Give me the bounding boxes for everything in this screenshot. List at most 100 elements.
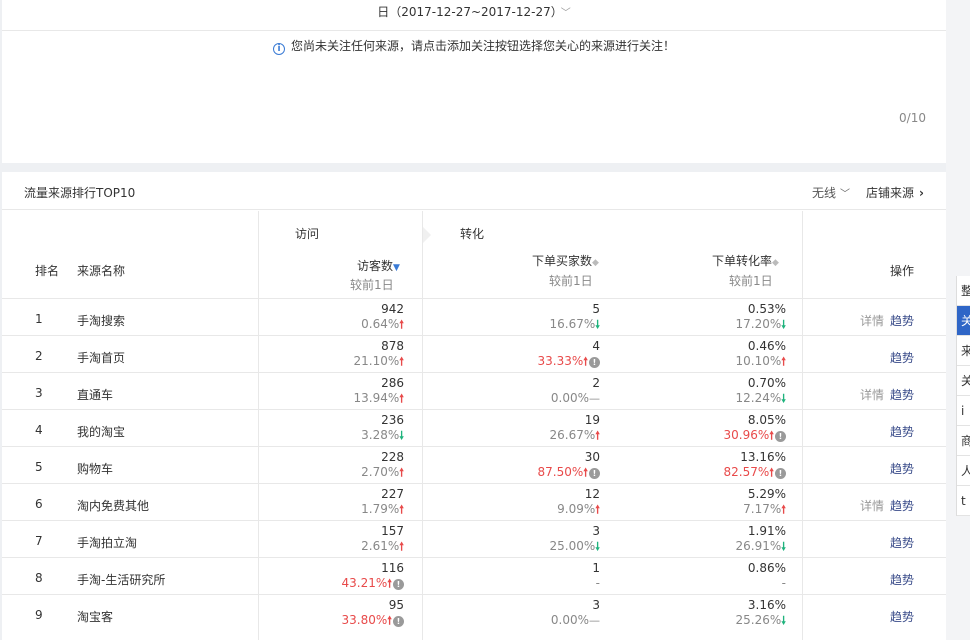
rate-delta-line: 26.91%🠗 xyxy=(606,539,787,554)
buyers-delta-line: 33.33%🠕! xyxy=(426,354,600,369)
card-header: 流量来源排行TOP10 无线 ﹀ 店铺来源 › xyxy=(2,172,946,210)
shop-source-label[interactable]: 店铺来源 xyxy=(866,186,914,200)
info-icon: i xyxy=(272,43,285,55)
rate-delta: 25.26% xyxy=(735,613,782,627)
warning-icon[interactable]: ! xyxy=(589,468,600,479)
header-visitors-compare: 较前1日 xyxy=(350,278,394,292)
sort-desc-icon[interactable]: ▼ xyxy=(393,263,400,273)
arrow-down-icon: 🠗 xyxy=(595,318,600,331)
rate-delta: 30.96% xyxy=(723,428,770,442)
rate-cell: 8.05% 30.96%🠕! xyxy=(606,410,786,443)
visitors-delta: 0.64% xyxy=(361,317,400,331)
buyers-cell: 19 26.67%🠕 xyxy=(426,410,601,443)
source-name: 淘宝客 xyxy=(77,610,114,624)
visitors-delta-line: 1.79%🠕 xyxy=(262,502,404,517)
shop-source-link[interactable]: 店铺来源 › xyxy=(866,184,924,201)
buyers-value: 5 xyxy=(592,302,600,316)
warning-icon[interactable]: ! xyxy=(393,579,404,590)
header-visitors-sort[interactable]: 访客数▼ xyxy=(357,257,400,274)
side-menu-item[interactable]: 关 xyxy=(957,366,970,396)
side-menu-item[interactable]: t xyxy=(957,486,970,516)
arrow-up-icon: 🠕 xyxy=(583,355,588,368)
table-row: 6 淘内免费其他 227 1.79%🠕 12 9.09%🠕 5.29% 7.17… xyxy=(2,483,946,520)
header-rate-sort[interactable]: 下单转化率◆ xyxy=(712,252,779,269)
visitors-value: 236 xyxy=(381,413,404,427)
buyers-delta-line: 9.09%🠕 xyxy=(426,502,600,517)
visitors-cell: 157 2.61%🠕 xyxy=(262,521,404,554)
rate-cell: 13.16% 82.57%🠕! xyxy=(606,447,786,480)
device-filter-dropdown[interactable]: 无线 ﹀ xyxy=(812,184,850,201)
buyers-value: 3 xyxy=(592,524,600,538)
rate-value: 3.16% xyxy=(747,598,786,612)
rate-cell: 1.91% 26.91%🠗 xyxy=(606,521,787,554)
chevron-down-icon[interactable]: ﹀ xyxy=(561,8,571,19)
visitors-cell: 227 1.79%🠕 xyxy=(262,484,404,517)
arrow-up-icon: 🠕 xyxy=(595,503,600,516)
trend-link[interactable]: 趋势 xyxy=(890,610,914,624)
arrow-up-icon: 🠕 xyxy=(399,466,404,479)
header-buyers-sort[interactable]: 下单买家数◆ xyxy=(532,252,599,269)
rate-cell: 0.53% 17.20%🠗 xyxy=(606,299,787,332)
source-name: 手淘拍立淘 xyxy=(77,536,138,550)
detail-link[interactable]: 详情 xyxy=(860,314,884,328)
rate-delta-line: 30.96%🠕! xyxy=(606,428,786,443)
rate-cell: 3.16% 25.26%🠗 xyxy=(606,595,787,628)
header-buyers[interactable]: 下单买家数 xyxy=(532,254,592,268)
rank-number: 8 xyxy=(35,571,43,585)
side-menu-item[interactable]: 人 xyxy=(957,456,970,486)
warning-icon[interactable]: ! xyxy=(775,468,786,479)
arrow-up-icon: 🠕 xyxy=(399,318,404,331)
detail-link[interactable]: 详情 xyxy=(860,388,884,402)
side-menu-item[interactable]: i xyxy=(957,396,970,426)
source-name: 手淘首页 xyxy=(77,351,126,365)
header-rate[interactable]: 下单转化率 xyxy=(712,254,772,268)
detail-link[interactable]: 详情 xyxy=(860,499,884,513)
chevron-down-icon[interactable]: ﹀ xyxy=(840,189,850,200)
visitors-delta: 2.70% xyxy=(361,465,400,479)
rate-delta: 12.24% xyxy=(735,391,782,405)
visitors-delta-line: 21.10%🠕 xyxy=(262,354,405,369)
row-operations: 详情 趋势 xyxy=(860,312,914,329)
trend-link[interactable]: 趋势 xyxy=(890,351,914,365)
trend-link[interactable]: 趋势 xyxy=(890,499,914,513)
buyers-value: 4 xyxy=(592,339,600,353)
ranking-table-body: 1 手淘搜索 942 0.64%🠕 5 16.67%🠗 0.53% 17.20%… xyxy=(2,298,946,631)
trend-link[interactable]: 趋势 xyxy=(890,462,914,476)
row-operations: 趋势 xyxy=(890,423,914,440)
trend-link[interactable]: 趋势 xyxy=(890,314,914,328)
trend-link[interactable]: 趋势 xyxy=(890,425,914,439)
header-visitors[interactable]: 访客数 xyxy=(357,259,393,273)
side-menu-item[interactable]: 来 xyxy=(957,336,970,366)
trend-link[interactable]: 趋势 xyxy=(890,573,914,587)
source-name: 直通车 xyxy=(77,388,114,402)
device-filter-label[interactable]: 无线 xyxy=(812,186,836,200)
sort-icon[interactable]: ◆ xyxy=(592,258,599,268)
buyers-cell: 4 33.33%🠕! xyxy=(426,336,600,369)
sort-icon[interactable]: ◆ xyxy=(772,258,779,268)
visitors-value: 942 xyxy=(381,302,404,316)
rate-delta: 26.91% xyxy=(735,539,782,553)
side-menu-item[interactable]: 商 xyxy=(957,426,970,456)
arrow-up-icon: 🠕 xyxy=(387,614,392,627)
source-name: 我的淘宝 xyxy=(77,425,126,439)
side-menu-item[interactable]: 关 xyxy=(957,306,970,336)
rate-delta: 82.57% xyxy=(723,465,770,479)
visitors-cell: 95 33.80%🠕! xyxy=(262,595,404,628)
visitors-cell: 228 2.70%🠕 xyxy=(262,447,404,480)
buyers-cell: 3 0.00%— xyxy=(426,595,600,628)
header-operations: 操作 xyxy=(890,264,915,278)
chevron-right-icon[interactable]: › xyxy=(919,186,924,200)
date-range-selector[interactable]: 日（2017-12-27~2017-12-27） ﹀ xyxy=(2,3,946,20)
warning-icon[interactable]: ! xyxy=(589,357,600,368)
visitors-value: 227 xyxy=(381,487,404,501)
trend-link[interactable]: 趋势 xyxy=(890,536,914,550)
buyers-value: 19 xyxy=(584,413,600,427)
visitors-value: 286 xyxy=(381,376,404,390)
warning-icon[interactable]: ! xyxy=(393,616,404,627)
trend-link[interactable]: 趋势 xyxy=(890,388,914,402)
buyers-delta-line: 25.00%🠗 xyxy=(426,539,601,554)
date-range-label[interactable]: 日（2017-12-27~2017-12-27） xyxy=(377,5,557,19)
arrow-up-icon: 🠕 xyxy=(399,503,404,516)
warning-icon[interactable]: ! xyxy=(775,431,786,442)
side-menu-item[interactable]: 整 xyxy=(957,276,970,306)
